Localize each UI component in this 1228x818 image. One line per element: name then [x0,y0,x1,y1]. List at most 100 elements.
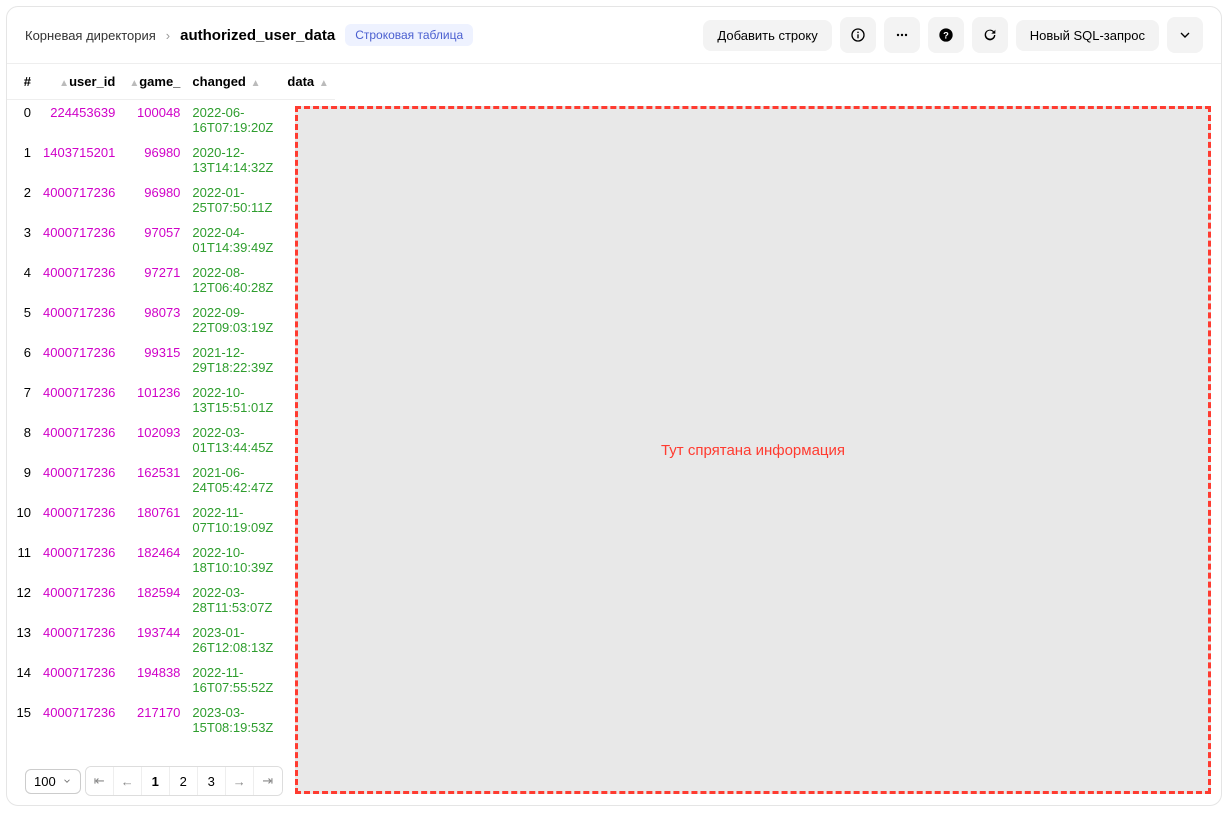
table-row[interactable]: 1440007172361948382022-11-16T07:55:52Z [7,660,335,700]
sort-icon: ▲ [59,78,69,89]
cell-idx: 1 [7,140,37,180]
cell-user-id: 1403715201 [37,140,121,180]
cell-game: 96980 [121,180,186,220]
cell-idx: 6 [7,340,37,380]
cell-user-id: 4000717236 [37,500,121,540]
table-type-badge: Строковая таблица [345,24,473,46]
expand-button[interactable] [1167,17,1203,53]
table-row[interactable]: 940007172361625312021-06-24T05:42:47Z [7,460,335,500]
table-row[interactable]: 64000717236993152021-12-29T18:22:39Z [7,340,335,380]
cell-user-id: 4000717236 [37,180,121,220]
breadcrumb-root[interactable]: Корневая директория [25,28,156,43]
prev-page-button[interactable]: ← [114,767,142,795]
table-row[interactable]: 24000717236969802022-01-25T07:50:11Z [7,180,335,220]
cell-game: 217170 [121,700,186,740]
cell-idx: 7 [7,380,37,420]
cell-game: 100048 [121,100,186,141]
cell-idx: 9 [7,460,37,500]
cell-changed: 2023-01-26T12:08:13Z [186,620,281,660]
cell-changed: 2022-10-13T15:51:01Z [186,380,281,420]
col-changed[interactable]: changed ▲ [186,64,281,100]
data-table: # ▲user_id ▲game_ changed ▲ data ▲ 02244… [7,64,335,740]
cell-user-id: 4000717236 [37,580,121,620]
cell-idx: 0 [7,100,37,141]
cell-idx: 13 [7,620,37,660]
cell-changed: 2021-12-29T18:22:39Z [186,340,281,380]
breadcrumb: Корневая директория › authorized_user_da… [25,24,693,46]
cell-user-id: 4000717236 [37,340,121,380]
table-row[interactable]: 11403715201969802020-12-13T14:14:32Z [7,140,335,180]
cell-user-id: 4000717236 [37,300,121,340]
cell-idx: 4 [7,260,37,300]
first-page-button[interactable]: ⇤ [86,767,114,795]
cell-changed: 2022-11-07T10:19:09Z [186,500,281,540]
table-row[interactable]: 1340007172361937442023-01-26T12:08:13Z [7,620,335,660]
sort-icon: ▲ [316,78,329,89]
sort-icon: ▲ [248,78,261,89]
cell-user-id: 4000717236 [37,540,121,580]
table-row[interactable]: 1240007172361825942022-03-28T11:53:07Z [7,580,335,620]
page-size-select[interactable]: 100 [25,769,81,794]
table-row[interactable]: 44000717236972712022-08-12T06:40:28Z [7,260,335,300]
cell-game: 180761 [121,500,186,540]
cell-changed: 2022-08-12T06:40:28Z [186,260,281,300]
cell-game: 193744 [121,620,186,660]
cell-changed: 2022-06-16T07:19:20Z [186,100,281,141]
cell-changed: 2022-01-25T07:50:11Z [186,180,281,220]
cell-changed: 2023-03-15T08:19:53Z [186,700,281,740]
page-2-button[interactable]: 2 [170,767,198,795]
cell-idx: 12 [7,580,37,620]
add-row-button[interactable]: Добавить строку [703,20,831,51]
cell-idx: 8 [7,420,37,460]
chevron-down-icon [1177,27,1193,43]
overlay-text: Тут спрятана информация [661,442,845,459]
table-row[interactable]: 1540007172362171702023-03-15T08:19:53Z [7,700,335,740]
cell-changed: 2022-04-01T14:39:49Z [186,220,281,260]
cell-idx: 15 [7,700,37,740]
info-icon [850,27,866,43]
col-game[interactable]: ▲game_ [121,64,186,100]
cell-game: 162531 [121,460,186,500]
next-page-button[interactable]: → [226,767,254,795]
table-row[interactable]: 740007172361012362022-10-13T15:51:01Z [7,380,335,420]
cell-game: 97271 [121,260,186,300]
refresh-button[interactable] [972,17,1008,53]
cell-idx: 11 [7,540,37,580]
cell-changed: 2021-06-24T05:42:47Z [186,460,281,500]
cell-changed: 2020-12-13T14:14:32Z [186,140,281,180]
table-row[interactable]: 840007172361020932022-03-01T13:44:45Z [7,420,335,460]
col-user-id[interactable]: ▲user_id [37,64,121,100]
page-3-button[interactable]: 3 [198,767,226,795]
page-1-button[interactable]: 1 [142,767,170,795]
hidden-data-overlay: Тут спрятана информация [295,106,1211,794]
table-row[interactable]: 1140007172361824642022-10-18T10:10:39Z [7,540,335,580]
info-button[interactable] [840,17,876,53]
table-row[interactable]: 54000717236980732022-09-22T09:03:19Z [7,300,335,340]
chevron-right-icon: › [166,28,170,43]
help-button[interactable]: ? [928,17,964,53]
cell-idx: 10 [7,500,37,540]
table-row[interactable]: 34000717236970572022-04-01T14:39:49Z [7,220,335,260]
sort-icon: ▲ [129,78,139,89]
cell-user-id: 4000717236 [37,260,121,300]
cell-changed: 2022-03-01T13:44:45Z [186,420,281,460]
cell-game: 99315 [121,340,186,380]
cell-idx: 2 [7,180,37,220]
cell-user-id: 224453639 [37,100,121,141]
cell-game: 182464 [121,540,186,580]
cell-game: 182594 [121,580,186,620]
cell-user-id: 4000717236 [37,420,121,460]
cell-changed: 2022-10-18T10:10:39Z [186,540,281,580]
table-row[interactable]: 1040007172361807612022-11-07T10:19:09Z [7,500,335,540]
new-sql-button[interactable]: Новый SQL-запрос [1016,20,1159,51]
col-idx[interactable]: # [7,64,37,100]
table-row[interactable]: 02244536391000482022-06-16T07:19:20Z [7,100,335,141]
cell-changed: 2022-09-22T09:03:19Z [186,300,281,340]
more-button[interactable] [884,17,920,53]
cell-idx: 5 [7,300,37,340]
cell-user-id: 4000717236 [37,700,121,740]
col-data[interactable]: data ▲ [281,64,334,100]
cell-user-id: 4000717236 [37,380,121,420]
cell-changed: 2022-03-28T11:53:07Z [186,580,281,620]
last-page-button[interactable]: ⇥ [254,767,282,795]
